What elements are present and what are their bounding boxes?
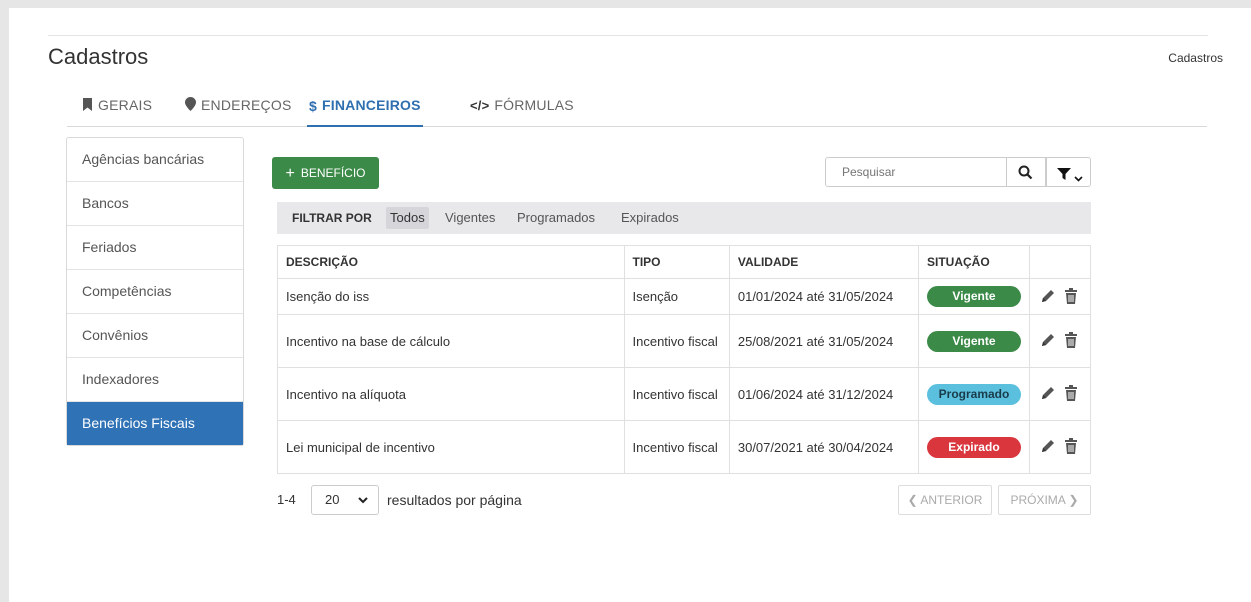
window-frame-top xyxy=(0,0,1251,8)
bookmark-icon xyxy=(82,91,93,121)
chevron-left-icon: ❮ xyxy=(907,493,918,507)
table-row: Incentivo na base de cálculo Incentivo f… xyxy=(277,314,1092,368)
cell-descricao: Incentivo na alíquota xyxy=(277,367,625,421)
previous-page-button[interactable]: ❮ ANTERIOR xyxy=(898,485,992,515)
cell-validade: 01/01/2024 até 31/05/2024 xyxy=(728,278,919,315)
status-badge: Expirado xyxy=(926,436,1021,458)
trash-icon[interactable] xyxy=(1064,332,1082,350)
filter-option-expirados[interactable]: Expirados xyxy=(621,202,679,234)
sidebar-item-convenios[interactable]: Convênios xyxy=(67,314,243,358)
add-button-label: BENEFÍCIO xyxy=(300,166,366,180)
status-badge: Vigente xyxy=(926,330,1021,352)
sidebar-item-beneficios-fiscais[interactable]: Benefícios Fiscais xyxy=(67,402,243,445)
sidebar-item-competencias[interactable]: Competências xyxy=(67,270,243,314)
search-icon xyxy=(1018,165,1033,185)
table-row: Incentivo na alíquota Incentivo fiscal 0… xyxy=(277,367,1092,421)
chevron-down-icon xyxy=(1074,169,1083,187)
next-page-button[interactable]: PRÓXIMA ❯ xyxy=(998,485,1091,515)
column-header-descricao[interactable]: DESCRIÇÃO xyxy=(277,245,625,279)
page-size-value: 20 xyxy=(325,492,340,507)
search-button[interactable] xyxy=(1006,157,1046,187)
cell-actions xyxy=(1028,278,1092,315)
sidebar: Agências bancárias Bancos Feriados Compe… xyxy=(66,137,244,446)
chevron-right-icon: ❯ xyxy=(1068,493,1079,507)
cell-descricao: Incentivo na base de cálculo xyxy=(277,314,625,368)
column-header-tipo[interactable]: TIPO xyxy=(623,245,730,279)
cell-validade: 30/07/2021 até 30/04/2024 xyxy=(728,420,919,474)
cell-situacao: Vigente xyxy=(917,278,1030,315)
add-beneficio-button[interactable]: + BENEFÍCIO xyxy=(272,157,379,189)
tab-financeiros[interactable]: $ FINANCEIROS xyxy=(307,90,423,127)
tab-bar: GERAIS ENDEREÇOS $ FINANCEIROS </> FÓRMULA… xyxy=(67,90,1207,127)
table-row: Lei municipal de incentivo Incentivo fis… xyxy=(277,420,1092,474)
tab-label: FINANCEIROS xyxy=(322,97,421,113)
filter-icon xyxy=(1057,167,1071,185)
page-title: Cadastros xyxy=(48,44,149,69)
cell-situacao: Programado xyxy=(917,367,1030,421)
header-divider xyxy=(48,35,1208,36)
sidebar-item-bancos[interactable]: Bancos xyxy=(67,182,243,226)
filter-option-todos[interactable]: Todos xyxy=(386,207,429,229)
previous-label: ANTERIOR xyxy=(920,493,983,507)
status-badge: Vigente xyxy=(926,286,1021,307)
cell-situacao: Vigente xyxy=(917,314,1030,368)
search-field xyxy=(825,157,1007,187)
tab-label: ENDEREÇOS xyxy=(201,97,292,113)
cell-tipo: Incentivo fiscal xyxy=(623,420,730,474)
cell-tipo: Isenção xyxy=(623,278,730,315)
cell-validade: 25/08/2021 até 31/05/2024 xyxy=(728,314,919,368)
trash-icon[interactable] xyxy=(1064,385,1082,403)
edit-icon[interactable] xyxy=(1040,385,1058,403)
column-header-validade[interactable]: VALIDADE xyxy=(728,245,919,279)
cell-tipo: Incentivo fiscal xyxy=(623,367,730,421)
tab-label: FÓRMULAS xyxy=(494,97,574,113)
trash-icon[interactable] xyxy=(1064,438,1082,456)
edit-icon[interactable] xyxy=(1040,332,1058,350)
edit-icon[interactable] xyxy=(1040,438,1058,456)
page-size-select[interactable]: 20 xyxy=(311,485,379,515)
window-frame-left xyxy=(0,0,9,602)
results-range: 1-4 xyxy=(277,492,296,507)
filter-bar: FILTRAR POR Todos Vigentes Programados E… xyxy=(277,202,1091,234)
cell-actions xyxy=(1028,314,1092,368)
sidebar-item-agencias-bancarias[interactable]: Agências bancárias xyxy=(67,138,243,182)
cell-actions xyxy=(1028,367,1092,421)
tab-label: GERAIS xyxy=(98,97,153,113)
table-header-row: DESCRIÇÃO TIPO VALIDADE SITUAÇÃO xyxy=(277,245,1092,279)
filter-label: FILTRAR POR xyxy=(292,211,372,225)
tab-gerais[interactable]: GERAIS xyxy=(82,90,152,125)
chevron-down-icon xyxy=(358,486,368,514)
next-label: PRÓXIMA xyxy=(1010,493,1066,507)
cell-tipo: Incentivo fiscal xyxy=(623,314,730,368)
cell-descricao: Lei municipal de incentivo xyxy=(277,420,625,474)
code-icon: </> xyxy=(470,98,490,114)
map-marker-icon xyxy=(185,91,196,121)
beneficios-table: DESCRIÇÃO TIPO VALIDADE SITUAÇÃO Isenção… xyxy=(277,245,1092,474)
sidebar-item-feriados[interactable]: Feriados xyxy=(67,226,243,270)
filter-option-programados[interactable]: Programados xyxy=(517,202,595,234)
tab-enderecos[interactable]: ENDEREÇOS xyxy=(185,90,291,125)
cell-situacao: Expirado xyxy=(917,420,1030,474)
status-badge: Programado xyxy=(926,383,1021,405)
cell-descricao: Isenção do iss xyxy=(277,278,625,315)
column-header-actions xyxy=(1028,245,1092,279)
table-row: Isenção do iss Isenção 01/01/2024 até 31… xyxy=(277,278,1092,315)
breadcrumb[interactable]: Cadastros xyxy=(1168,51,1223,65)
column-header-situacao[interactable]: SITUAÇÃO xyxy=(917,245,1030,279)
trash-icon[interactable] xyxy=(1064,287,1082,306)
plus-icon: + xyxy=(285,165,295,182)
tab-formulas[interactable]: </> FÓRMULAS xyxy=(470,90,574,125)
search-input[interactable] xyxy=(840,158,994,186)
cell-validade: 01/06/2024 até 31/12/2024 xyxy=(728,367,919,421)
filter-dropdown-button[interactable] xyxy=(1046,157,1091,187)
dollar-icon: $ xyxy=(309,98,317,115)
sidebar-item-indexadores[interactable]: Indexadores xyxy=(67,358,243,402)
edit-icon[interactable] xyxy=(1040,288,1058,306)
filter-option-vigentes[interactable]: Vigentes xyxy=(445,202,495,234)
cell-actions xyxy=(1028,420,1092,474)
per-page-label: resultados por página xyxy=(387,492,522,508)
